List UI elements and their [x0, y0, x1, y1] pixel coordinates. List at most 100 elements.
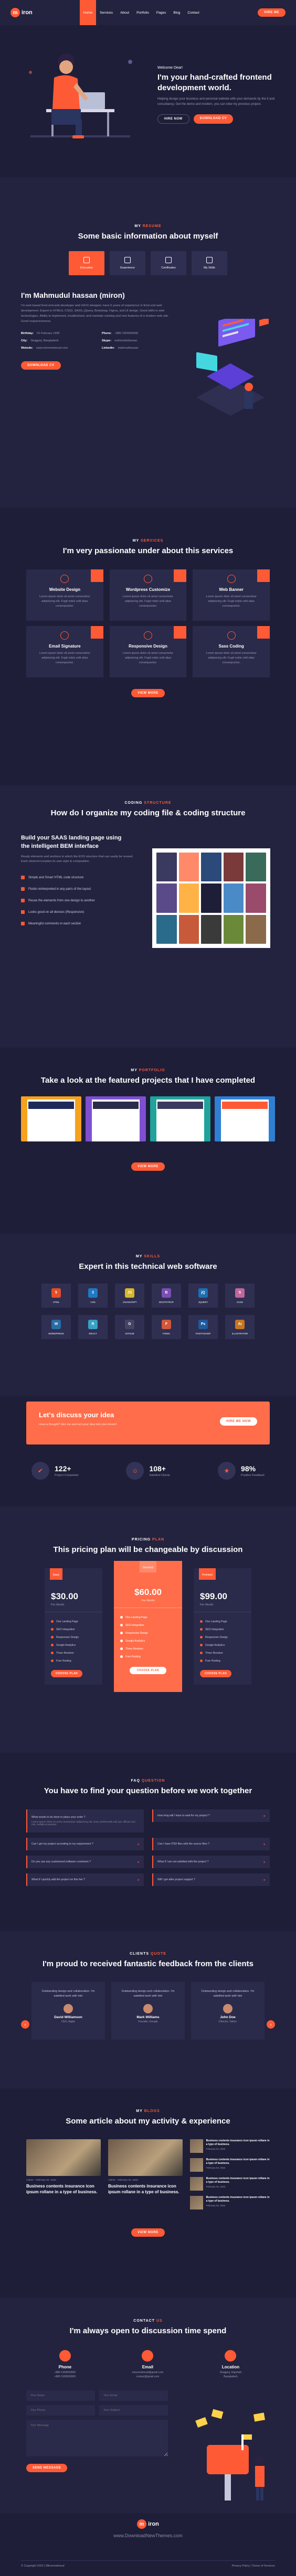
name-field[interactable] — [26, 2390, 95, 2401]
service-card[interactable]: Sass Coding Lorem ipsum dolor sit amet co… — [193, 626, 270, 678]
send-message-button[interactable]: Send Message — [26, 2464, 68, 2473]
choose-plan-button[interactable]: Choose Plan — [51, 1670, 83, 1678]
faq-item[interactable]: What if I quickly add the project on thi… — [26, 1873, 144, 1887]
faq-answer: Lorem ipsum dolor sit amet consectetur a… — [31, 1821, 135, 1827]
tab-certificates[interactable]: Certificates — [151, 251, 186, 276]
skill-card[interactable]: Ai ILLUSTRATOR — [225, 1315, 255, 1340]
choose-plan-button[interactable]: Choose Plan — [200, 1670, 232, 1678]
cta-hire-button[interactable]: Hire Me Now — [220, 1417, 257, 1426]
tab-experience[interactable]: Experience — [110, 251, 145, 276]
check-icon — [200, 1659, 203, 1663]
feature-item: SEO Integration — [200, 1625, 245, 1633]
section-label-a: FAQ — [131, 1779, 140, 1783]
message-field[interactable] — [26, 2420, 168, 2457]
section-title: This pricing plan will be changeable by … — [53, 1545, 243, 1554]
footer-links[interactable]: Privacy Policy | Terms of Services — [232, 2564, 275, 2568]
skill-card[interactable]: F FIGMA — [152, 1315, 181, 1340]
menu-item-contact[interactable]: Contact — [184, 0, 203, 25]
stat-number: 98% — [241, 1464, 256, 1473]
portfolio-item[interactable] — [86, 1096, 146, 1142]
service-card[interactable]: Web Banner Lorem ipsum dolor sit amet con… — [193, 569, 270, 621]
certificate-icon — [165, 257, 172, 264]
section-label-a: CLIENTS — [130, 1952, 150, 1956]
faq-item[interactable]: How long will I have to wait for my proj… — [152, 1809, 270, 1823]
email-field[interactable] — [99, 2390, 168, 2401]
skill-card[interactable]: G GITHUB — [115, 1315, 144, 1340]
plan-tag: Basic — [50, 1568, 63, 1580]
tab-label: Experience — [120, 266, 135, 270]
service-card[interactable]: Email Signature Lorem ipsum dolor sit ame… — [26, 626, 103, 678]
service-card[interactable]: Responsive Design Lorem ipsum dolor sit a… — [109, 626, 187, 678]
hero-content: Welcome Dear! I'm your hand-crafted fron… — [157, 66, 278, 124]
brand-logo[interactable]: m iron — [10, 8, 33, 17]
menu-item-services[interactable]: Services — [96, 0, 117, 25]
download-cv-button[interactable]: Download CV — [193, 114, 234, 124]
menu-item-home[interactable]: Home — [79, 0, 97, 25]
skill-card[interactable]: S SASS — [225, 1284, 255, 1308]
services-more-wrap: View More — [21, 689, 275, 698]
portfolio-item[interactable] — [150, 1096, 210, 1142]
faq-question: What if I am not satisfied with the proj… — [157, 1860, 209, 1864]
section-title: How do I organize my coding file & codin… — [50, 809, 246, 817]
service-title: Website Design — [49, 587, 81, 592]
recent-post-text: Business contents insurance icon ipsum r… — [206, 2196, 270, 2209]
recent-post[interactable]: Business contents insurance icon ipsum r… — [190, 2177, 270, 2191]
blog-title[interactable]: Business contents insurance icon ipsum r… — [26, 2184, 101, 2195]
phone-field[interactable] — [26, 2405, 95, 2416]
skill-label: PHOTOSHOP — [195, 1332, 211, 1335]
skill-card[interactable]: JS JAVASCRIPT — [115, 1284, 144, 1308]
feature-label: Three Revision — [205, 1651, 223, 1655]
menu-item-about[interactable]: About — [117, 0, 133, 25]
next-arrow-icon[interactable]: › — [267, 2020, 275, 2029]
blog-card[interactable]: Admin · February 02, 2022 Business conte… — [108, 2139, 183, 2209]
service-card[interactable]: Wordpress Customize Lorem ipsum dolor sit… — [109, 569, 187, 621]
portfolio-view-more-button[interactable]: View More — [131, 1162, 165, 1171]
hire-now-button[interactable]: Hire Now — [157, 114, 189, 124]
info-key: Phone: — [102, 331, 112, 335]
service-card[interactable]: Website Design Lorem ipsum dolor sit amet… — [26, 569, 103, 621]
skill-card[interactable]: jQ JQUERY — [188, 1284, 218, 1308]
faq-item[interactable]: Can I get my project according to my req… — [26, 1838, 144, 1851]
faq-item[interactable]: What needs to be done to place your orde… — [26, 1809, 144, 1833]
recent-post[interactable]: Business contents insurance icon ipsum r… — [190, 2139, 270, 2153]
recent-post[interactable]: Business contents insurance icon ipsum r… — [190, 2158, 270, 2172]
about-download-cv-button[interactable]: Download CV — [21, 361, 61, 370]
footer-logo[interactable]: m iron — [21, 2519, 275, 2529]
menu-item-blog[interactable]: Blog — [170, 0, 184, 25]
tab-education[interactable]: Education — [69, 251, 104, 276]
blog-title[interactable]: Business contents insurance icon ipsum r… — [108, 2184, 183, 2195]
service-title: Sass Coding — [218, 644, 244, 649]
faq-item[interactable]: Do you use any customized software cored… — [26, 1856, 144, 1869]
blog-view-more-button[interactable]: View More — [131, 2228, 165, 2237]
menu-item-portfolio[interactable]: Portfolio — [133, 0, 153, 25]
skill-card[interactable]: B BOOTSTRAP — [152, 1284, 181, 1308]
services-view-more-button[interactable]: View More — [131, 689, 165, 698]
recent-post-date: February 02, 2022 — [206, 2185, 226, 2189]
choose-plan-button[interactable]: Choose Plan — [130, 1667, 166, 1675]
collage-tile — [223, 853, 244, 882]
faq-item[interactable]: What if I am not satisfied with the proj… — [152, 1856, 270, 1869]
blog-card[interactable]: Admin · February 02, 2022 Business conte… — [26, 2139, 101, 2209]
tab-skills[interactable]: My Skills — [192, 251, 227, 276]
plan-period: Per Month — [51, 1603, 65, 1607]
recent-post[interactable]: Business contents insurance icon ipsum r… — [190, 2196, 270, 2210]
faq-item[interactable]: Will I get after project support ? + — [152, 1873, 270, 1887]
recent-post-thumb — [190, 2139, 203, 2153]
recent-post-title: Business contents insurance icon ipsum r… — [206, 2139, 270, 2147]
skill-card[interactable]: R REACT — [78, 1315, 108, 1340]
contact-line: +880 1900000000 — [54, 2371, 76, 2375]
subject-field[interactable] — [99, 2405, 168, 2416]
menu-item-pages[interactable]: Pages — [153, 0, 170, 25]
skill-card[interactable]: 3 CSS — [78, 1284, 108, 1308]
portfolio-item[interactable] — [21, 1096, 81, 1142]
skill-card[interactable]: Ps PHOTOSHOP — [188, 1315, 218, 1340]
hire-me-button[interactable]: Hire Me — [258, 8, 286, 17]
portfolio-item[interactable] — [215, 1096, 275, 1142]
skill-card[interactable]: W WORDPRESS — [41, 1315, 71, 1340]
skill-card[interactable]: 5 HTML — [41, 1284, 71, 1308]
contact-value: +880 1900000000 +880 1900000000 — [55, 2371, 76, 2379]
prev-arrow-icon[interactable]: ‹ — [21, 2020, 29, 2029]
collage-tile — [201, 883, 221, 913]
faq-item[interactable]: Can I have PSD files with the source fil… — [152, 1838, 270, 1851]
avatar — [143, 2003, 153, 2013]
